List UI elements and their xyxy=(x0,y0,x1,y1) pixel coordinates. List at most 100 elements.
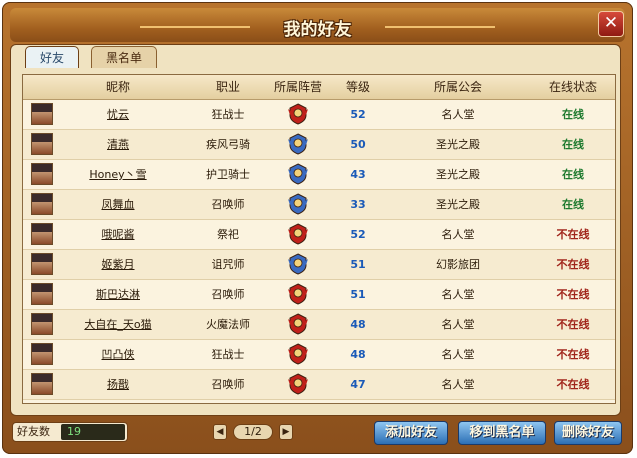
add-friend-button[interactable]: 添加好友 xyxy=(374,421,448,445)
friend-name[interactable]: Honey丶雪 xyxy=(89,168,146,181)
tab-blacklist[interactable]: 黑名单 xyxy=(91,46,158,68)
friend-status: 在线 xyxy=(562,108,584,121)
friend-name[interactable]: 清燕 xyxy=(107,138,129,151)
friend-count-label: 好友数 xyxy=(17,425,50,438)
table-header: 昵称 职业 所属阵营 等级 所属公会 在线状态 xyxy=(23,75,615,100)
friend-level: 51 xyxy=(350,258,366,271)
avatar xyxy=(31,313,53,335)
faction-cell xyxy=(263,280,333,309)
table-row[interactable]: 哦呢酱 祭祀 52 名人堂 不在线 xyxy=(23,220,615,250)
friend-name[interactable]: 姬紫月 xyxy=(102,258,135,271)
next-page-button[interactable]: ▶ xyxy=(279,424,293,440)
table-row[interactable]: 凤舞血 召唤师 33 圣光之殿 在线 xyxy=(23,190,615,220)
header-level[interactable]: 等级 xyxy=(333,75,383,99)
avatar-hair xyxy=(32,164,52,172)
faction-cell xyxy=(263,160,333,189)
friend-guild: 名人堂 xyxy=(441,348,475,361)
faction-cell xyxy=(263,190,333,219)
faction-emblem-icon xyxy=(288,192,308,215)
friend-status: 在线 xyxy=(562,138,584,151)
avatar xyxy=(31,163,53,185)
friend-status: 不在线 xyxy=(556,228,590,241)
page-indicator: 1/2 xyxy=(233,424,273,440)
avatar xyxy=(31,283,53,305)
faction-cell xyxy=(263,220,333,249)
tab-friends[interactable]: 好友 xyxy=(25,46,80,68)
close-button[interactable]: ✕ xyxy=(598,11,624,37)
friend-level: 48 xyxy=(350,348,366,361)
header-guild[interactable]: 所属公会 xyxy=(393,75,523,99)
friend-status: 不在线 xyxy=(556,258,590,271)
header-nickname[interactable]: 昵称 xyxy=(63,75,173,99)
faction-cell xyxy=(263,370,333,399)
faction-emblem-icon xyxy=(288,162,308,185)
friend-status: 在线 xyxy=(562,168,584,181)
friend-level: 50 xyxy=(350,138,366,151)
friend-guild: 名人堂 xyxy=(441,288,475,301)
friend-name[interactable]: 斯巴达淋 xyxy=(96,288,140,301)
faction-emblem-icon xyxy=(288,342,308,365)
avatar xyxy=(31,133,53,155)
friend-guild: 名人堂 xyxy=(441,318,475,331)
friend-status: 不在线 xyxy=(556,288,590,301)
friend-name[interactable]: 哦呢酱 xyxy=(102,228,135,241)
avatar-hair xyxy=(32,284,52,292)
faction-cell xyxy=(263,310,333,339)
faction-emblem-icon xyxy=(288,372,308,395)
friend-name[interactable]: 大自在_天o猫 xyxy=(84,318,151,331)
avatar-hair xyxy=(32,104,52,112)
table-row[interactable]: 姬紫月 诅咒师 51 幻影旅团 不在线 xyxy=(23,250,615,280)
friend-level: 43 xyxy=(350,168,366,181)
friend-name[interactable]: 凹凸侠 xyxy=(102,348,135,361)
faction-emblem-icon xyxy=(288,282,308,305)
avatar xyxy=(31,103,53,125)
avatar xyxy=(31,373,53,395)
avatar xyxy=(31,193,53,215)
friend-name[interactable]: 凤舞血 xyxy=(102,198,135,211)
avatar-hair xyxy=(32,374,52,382)
avatar xyxy=(31,223,53,245)
friend-status: 在线 xyxy=(562,198,584,211)
avatar xyxy=(31,253,53,275)
friend-count-box: 好友数 19 xyxy=(12,422,128,442)
friend-status: 不在线 xyxy=(556,348,590,361)
avatar-hair xyxy=(32,134,52,142)
move-to-blacklist-button[interactable]: 移到黑名单 xyxy=(458,421,546,445)
table-row[interactable]: Honey丶雪 护卫骑士 43 圣光之殿 在线 xyxy=(23,160,615,190)
avatar-hair xyxy=(32,314,52,322)
friend-level: 47 xyxy=(350,378,366,391)
friend-guild: 圣光之殿 xyxy=(436,138,480,151)
title-bar[interactable]: 我的好友 xyxy=(10,8,625,42)
avatar-hair xyxy=(32,224,52,232)
friend-name[interactable]: 忧云 xyxy=(107,108,129,121)
avatar-hair xyxy=(32,254,52,262)
friend-guild: 名人堂 xyxy=(441,108,475,121)
header-status[interactable]: 在线状态 xyxy=(533,75,613,99)
table-row[interactable]: 大自在_天o猫 火魔法师 48 名人堂 不在线 xyxy=(23,310,615,340)
friend-guild: 幻影旅团 xyxy=(436,258,480,271)
friend-level: 48 xyxy=(350,318,366,331)
friend-level: 33 xyxy=(350,198,366,211)
table-row[interactable]: 斯巴达淋 召唤师 51 名人堂 不在线 xyxy=(23,280,615,310)
avatar-hair xyxy=(32,344,52,352)
faction-cell xyxy=(263,340,333,369)
faction-cell xyxy=(263,250,333,279)
prev-page-button[interactable]: ◀ xyxy=(213,424,227,440)
pager: ◀ 1/2 ▶ xyxy=(213,423,293,441)
friend-status: 不在线 xyxy=(556,318,590,331)
table-row[interactable]: 扬戬 召唤师 47 名人堂 不在线 xyxy=(23,370,615,400)
friend-guild: 名人堂 xyxy=(441,228,475,241)
table-row[interactable]: 清燕 疾风弓骑 50 圣光之殿 在线 xyxy=(23,130,615,160)
avatar-hair xyxy=(32,194,52,202)
table-row[interactable]: 凹凸侠 狂战士 48 名人堂 不在线 xyxy=(23,340,615,370)
header-faction[interactable]: 所属阵营 xyxy=(263,75,333,99)
friend-name[interactable]: 扬戬 xyxy=(107,378,129,391)
friend-guild: 圣光之殿 xyxy=(436,198,480,211)
footer-bar: 好友数 19 ◀ 1/2 ▶ 添加好友 移到黑名单 删除好友 xyxy=(8,420,623,448)
friend-level: 52 xyxy=(350,108,366,121)
friend-count-value: 19 xyxy=(61,424,125,440)
table-row[interactable]: 忧云 狂战士 52 名人堂 在线 xyxy=(23,100,615,130)
faction-emblem-icon xyxy=(288,222,308,245)
friend-guild: 圣光之殿 xyxy=(436,168,480,181)
delete-friend-button[interactable]: 删除好友 xyxy=(554,421,622,445)
